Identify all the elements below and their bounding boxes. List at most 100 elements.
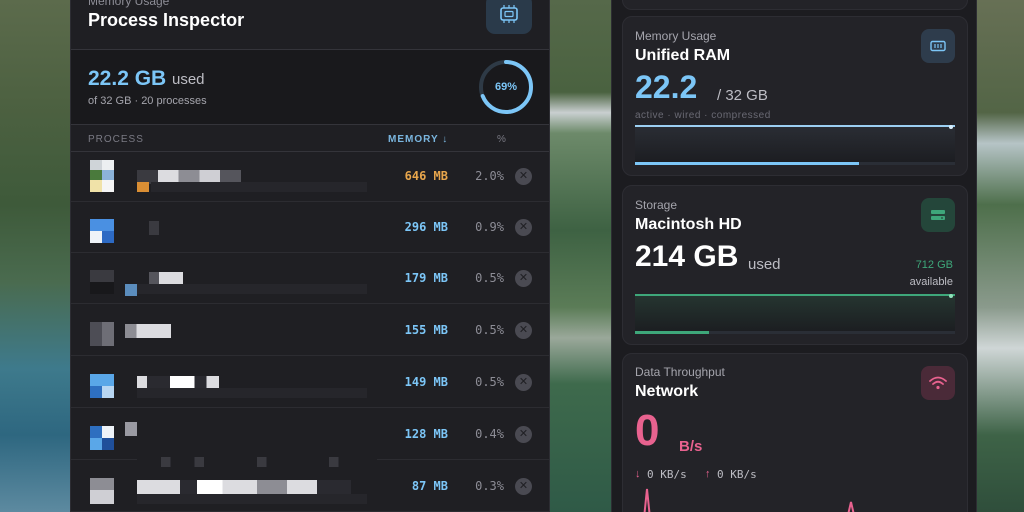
table-row[interactable]: 155 MB 0.5% ✕ <box>71 305 549 356</box>
table-row[interactable]: 179 MB 0.5% ✕ <box>71 253 549 304</box>
process-name-redacted <box>149 221 159 235</box>
table-row[interactable]: 149 MB 0.5% ✕ <box>71 357 549 408</box>
desktop-wallpaper-middle <box>550 0 611 512</box>
process-path-redacted <box>137 284 367 294</box>
network-card[interactable]: Data Throughput Network 0 B/s ↓ 0 KB/s ↑… <box>622 353 968 512</box>
storage-used-unit: used <box>748 256 781 273</box>
storage-card[interactable]: Storage Macintosh HD 214 GB used 712 GB … <box>622 185 968 345</box>
memory-summary: 22.2 GB used of 32 GB · 20 processes 69% <box>71 50 549 125</box>
app-icon <box>90 418 115 452</box>
desktop-wallpaper-left <box>0 0 70 512</box>
kill-process-button[interactable]: ✕ <box>515 219 532 236</box>
wifi-icon <box>921 366 955 400</box>
process-path-redacted <box>151 182 367 192</box>
app-icon <box>90 366 115 400</box>
card-title: Unified RAM <box>635 47 731 64</box>
network-rate-unit: B/s <box>679 438 703 455</box>
kill-process-button[interactable]: ✕ <box>515 270 532 287</box>
process-percent: 0.9% <box>475 220 504 234</box>
process-memory: 296 MB <box>404 220 448 234</box>
ram-chip-icon <box>921 29 955 63</box>
memory-usage-bar <box>635 162 955 165</box>
window-header: Memory Usage Process Inspector <box>71 0 549 50</box>
process-percent: 2.0% <box>475 169 504 183</box>
download-rate: 0 KB/s <box>647 468 687 481</box>
app-icon <box>90 160 115 194</box>
table-row[interactable]: 646 MB 2.0% ✕ <box>71 151 549 202</box>
storage-graph <box>635 294 955 334</box>
table-row[interactable]: 296 MB 0.9% ✕ <box>71 202 549 253</box>
process-memory: 155 MB <box>404 323 448 337</box>
memory-value: 22.2 <box>635 69 698 105</box>
storage-used-value: 214 GB <box>635 240 739 273</box>
previous-card-edge <box>622 0 968 10</box>
card-subtitle: Memory Usage <box>635 29 717 43</box>
download-arrow-icon: ↓ <box>635 468 641 480</box>
table-row[interactable]: 128 MB 0.4% ✕ <box>71 409 549 460</box>
memory-usage-bar-fill <box>635 162 859 165</box>
process-badge <box>137 182 149 192</box>
process-path-redacted <box>137 388 367 398</box>
chip-icon <box>500 5 518 23</box>
card-title: Macintosh HD <box>635 216 742 233</box>
process-memory: 179 MB <box>404 271 448 285</box>
process-percent: 0.5% <box>475 271 504 285</box>
column-process[interactable]: PROCESS <box>88 134 144 145</box>
kill-process-button[interactable]: ✕ <box>515 478 532 495</box>
memory-card[interactable]: Memory Usage Unified RAM 22.2 / 32 GB ac… <box>622 16 968 176</box>
process-name-redacted <box>137 480 351 494</box>
memory-graph <box>635 125 955 165</box>
card-title: Network <box>635 383 699 400</box>
memory-graph-point <box>949 125 953 129</box>
memory-detail: of 32 GB · 20 processes <box>88 95 207 107</box>
window-subtitle: Memory Usage <box>88 0 170 8</box>
disk-icon <box>921 198 955 232</box>
process-percent: 0.3% <box>475 479 504 493</box>
memory-chip-button[interactable] <box>486 0 532 34</box>
storage-available-label: available <box>909 276 953 288</box>
desktop-wallpaper-right <box>977 0 1024 512</box>
process-memory: 128 MB <box>404 427 448 441</box>
storage-usage-bar <box>635 331 955 334</box>
process-name-redacted <box>137 457 377 467</box>
memory-total: / 32 GB <box>717 87 768 104</box>
process-path-redacted <box>137 494 367 504</box>
window-title: Process Inspector <box>88 10 245 30</box>
app-icon <box>90 211 115 245</box>
process-memory: 87 MB <box>411 479 448 493</box>
process-memory: 149 MB <box>404 375 448 389</box>
process-inspector-window: Memory Usage Process Inspector 22.2 GB u… <box>70 0 550 512</box>
usage-ring-label: 69% <box>494 81 518 93</box>
process-percent: 0.4% <box>475 427 504 441</box>
table-row[interactable]: 87 MB 0.3% ✕ <box>71 457 549 512</box>
upload-rate: 0 KB/s <box>717 468 757 481</box>
memory-legend: active · wired · compressed <box>635 110 771 121</box>
kill-process-button[interactable]: ✕ <box>515 426 532 443</box>
kill-process-button[interactable]: ✕ <box>515 322 532 339</box>
kill-process-button[interactable]: ✕ <box>515 374 532 391</box>
app-icon <box>90 470 115 504</box>
card-subtitle: Storage <box>635 198 678 212</box>
network-graph <box>643 488 855 512</box>
storage-graph-point <box>949 294 953 298</box>
kill-process-button[interactable]: ✕ <box>515 168 532 185</box>
column-memory-sorted[interactable]: MEMORY ↓ <box>388 134 448 145</box>
used-memory-value: 22.2 GB <box>88 67 167 90</box>
app-icon <box>90 314 115 348</box>
table-header: PROCESS MEMORY ↓ % <box>71 125 549 152</box>
process-percent: 0.5% <box>475 323 504 337</box>
card-subtitle: Data Throughput <box>635 365 725 379</box>
storage-usage-bar-fill <box>635 331 709 334</box>
process-name-redacted <box>125 422 137 436</box>
network-rate-value: 0 <box>635 406 660 455</box>
process-percent: 0.5% <box>475 375 504 389</box>
used-memory-label: used <box>172 71 205 88</box>
process-badge <box>125 284 137 296</box>
process-memory: 646 MB <box>404 169 448 183</box>
storage-available-value: 712 GB <box>915 259 953 271</box>
process-name-redacted <box>125 324 171 338</box>
upload-arrow-icon: ↑ <box>705 468 711 480</box>
app-icon <box>90 262 115 296</box>
column-percent[interactable]: % <box>497 134 507 145</box>
system-dashboard-window: Memory Usage Unified RAM 22.2 / 32 GB ac… <box>611 0 977 512</box>
